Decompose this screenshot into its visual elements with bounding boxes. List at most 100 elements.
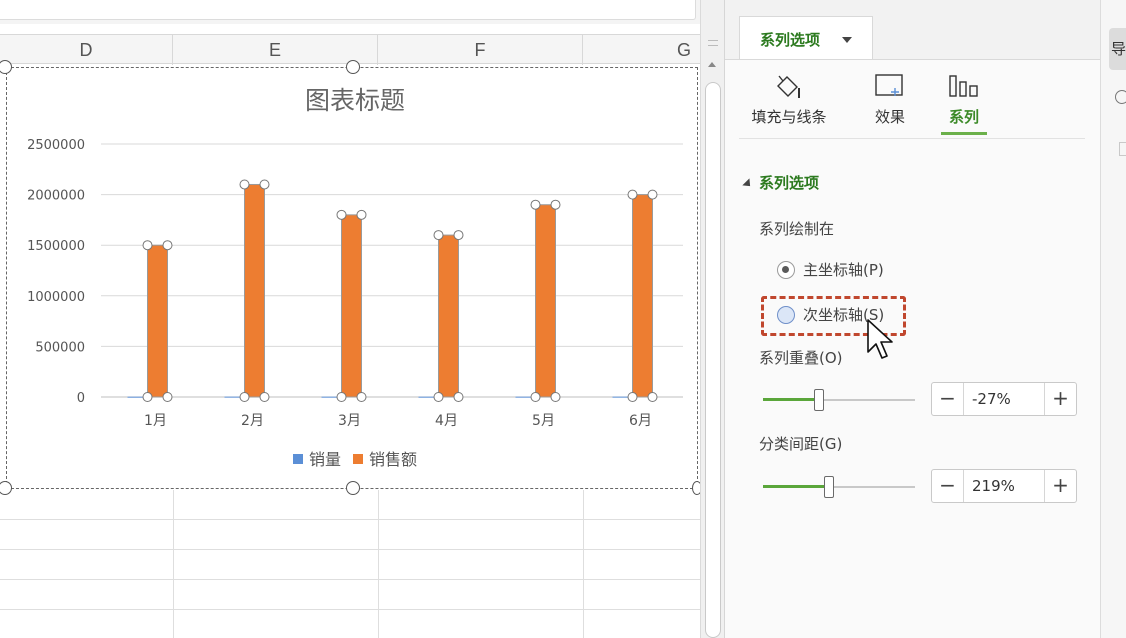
resize-handle-bottom[interactable]	[346, 481, 360, 495]
y-tick-label: 1000000	[27, 290, 85, 305]
series-options-dropdown[interactable]: 系列选项	[739, 16, 873, 60]
tab-series-label: 系列	[948, 108, 979, 126]
circle-icon[interactable]	[1115, 90, 1126, 104]
bar-selection-handle	[627, 189, 638, 200]
slider-fill	[763, 485, 828, 488]
bar-sales-amount	[147, 244, 168, 398]
slider-knob[interactable]	[824, 476, 834, 498]
bar-selection-handle	[453, 392, 464, 402]
square-icon	[1119, 142, 1126, 156]
bar-selection-handle	[239, 179, 250, 190]
increase-button[interactable]: +	[1044, 470, 1076, 502]
bar-selection-handle	[453, 230, 464, 241]
y-tick-label: 2000000	[27, 189, 85, 204]
grid-line	[0, 549, 700, 550]
bar-selection-handle	[259, 392, 270, 402]
column-chart[interactable]: 图表标题 2500000 2000000 1500000 1000000 500000 0…	[7, 68, 699, 490]
series-bars-icon	[941, 70, 987, 102]
bar-selection-handle	[239, 392, 250, 402]
plot-on-label: 系列绘制在	[759, 220, 835, 238]
y-tick-label: 0	[77, 391, 85, 406]
splitter-grip[interactable]	[708, 40, 718, 46]
grid-line	[0, 519, 700, 520]
column-header-g[interactable]: G	[583, 35, 700, 65]
bar-selection-handle	[627, 392, 638, 402]
tab-effects[interactable]: 效果	[865, 70, 915, 127]
divider	[739, 138, 1085, 139]
overlap-label: 系列重叠(O)	[759, 349, 843, 367]
x-tick-label: 3月	[338, 413, 361, 429]
grid-line	[173, 490, 174, 638]
tab-series[interactable]: 系列	[941, 70, 987, 135]
bar-selection-handle	[530, 392, 541, 402]
scroll-up-icon[interactable]	[708, 62, 716, 67]
spreadsheet-area: D E F G 图表标题 2500000 2000000 1500000 100000…	[0, 0, 700, 638]
decrease-button[interactable]: −	[932, 383, 964, 415]
bar-selection-handle	[142, 392, 153, 402]
radio-button[interactable]	[777, 306, 795, 324]
active-tab-indicator	[941, 132, 987, 135]
gap-width-stepper[interactable]: − 219% +	[931, 469, 1077, 503]
decrease-button[interactable]: −	[932, 470, 964, 502]
bar-sales-amount	[632, 194, 653, 398]
bar-selection-handle	[356, 209, 367, 220]
gap-width-label: 分类间距(G)	[759, 435, 843, 453]
bar-selection-handle	[530, 199, 541, 210]
x-tick-label: 4月	[435, 413, 458, 429]
scroll-thumb[interactable]	[705, 82, 721, 638]
bar-selection-handle	[162, 240, 173, 251]
bar-selection-handle	[433, 230, 444, 241]
resize-handle-top[interactable]	[346, 60, 360, 74]
formula-input[interactable]	[0, 0, 696, 20]
bar-sales-amount	[244, 183, 265, 398]
tab-effects-label: 效果	[874, 108, 905, 126]
bar-selection-handle	[550, 199, 561, 210]
format-pane: 系列选项 填充与线条 效果 系列 系列选项 系列绘制在 主坐标轴(P) 次坐标轴…	[724, 0, 1101, 638]
column-header-e[interactable]: E	[173, 35, 378, 65]
pane-body: 填充与线条 效果 系列 系列选项 系列绘制在 主坐标轴(P) 次坐标轴(S) 系…	[725, 59, 1101, 638]
chart-object[interactable]: 图表标题 2500000 2000000 1500000 1000000 500000 0…	[6, 67, 698, 489]
formula-bar-area	[0, 0, 700, 24]
slider-knob[interactable]	[814, 389, 824, 411]
section-series-options[interactable]: 系列选项	[742, 172, 819, 193]
overlap-stepper[interactable]: − -27% +	[931, 382, 1077, 416]
overlap-value[interactable]: -27%	[972, 390, 1011, 408]
vertical-scrollbar[interactable]	[700, 0, 724, 638]
fill-bucket-icon	[745, 70, 833, 102]
x-tick-label: 2月	[241, 413, 264, 429]
legend-label: 销量	[309, 450, 341, 469]
column-header-d[interactable]: D	[0, 35, 173, 65]
grid-line	[583, 490, 584, 638]
bar-selection-handle	[647, 392, 658, 402]
legend-swatch	[293, 454, 303, 464]
app-window: D E F G 图表标题 2500000 2000000 1500000 100000…	[0, 0, 1126, 638]
bar-selection-handle	[550, 392, 561, 402]
increase-button[interactable]: +	[1044, 383, 1076, 415]
side-toolbar-button[interactable]: 导	[1109, 28, 1126, 70]
x-tick-label: 5月	[532, 413, 555, 429]
grid-line	[0, 579, 700, 580]
grid-line	[0, 609, 700, 610]
chart-title[interactable]: 图表标题	[305, 86, 405, 115]
y-tick-label: 2500000	[27, 138, 85, 153]
resize-handle-bottom-right[interactable]	[692, 481, 700, 495]
bar-selection-handle	[336, 209, 347, 220]
bar-selection-handle	[336, 392, 347, 402]
effects-icon	[865, 70, 915, 102]
y-tick-label: 500000	[35, 340, 85, 355]
gap-width-slider[interactable]	[763, 476, 915, 498]
gap-width-value[interactable]: 219%	[972, 477, 1015, 495]
primary-axis-label: 主坐标轴(P)	[803, 261, 884, 279]
x-tick-label: 1月	[144, 413, 167, 429]
bar-selection-handle	[259, 179, 270, 190]
y-tick-label: 1500000	[27, 239, 85, 254]
slider-fill	[763, 398, 818, 401]
tab-fill-line[interactable]: 填充与线条	[745, 70, 833, 127]
mouse-pointer-icon	[867, 319, 893, 359]
overlap-slider[interactable]	[763, 389, 915, 411]
legend-label: 销售额	[369, 450, 417, 469]
bar-selection-handle	[162, 392, 173, 402]
resize-handle-bottom-left[interactable]	[0, 481, 12, 495]
radio-button-checked[interactable]	[777, 261, 795, 279]
column-header-f[interactable]: F	[378, 35, 583, 65]
